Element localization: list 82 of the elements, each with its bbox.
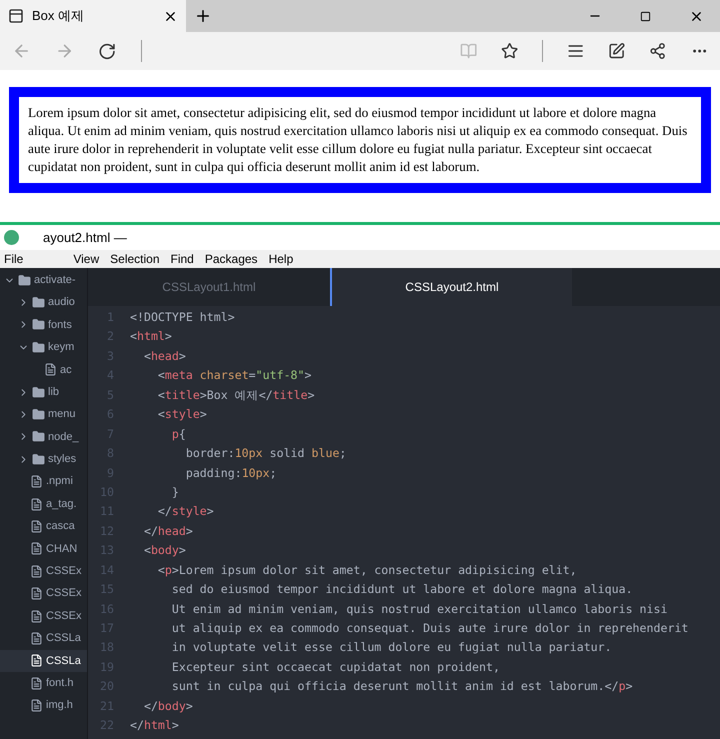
editor-tab[interactable]: CSSLayout2.html [330, 268, 572, 306]
browser-tab[interactable]: Box 예제 [0, 0, 186, 32]
code-line: padding:10px; [184, 464, 277, 482]
file-icon [30, 610, 43, 623]
code-line: border:10px solid blue; [184, 445, 346, 462]
tree-item[interactable]: fonts [0, 314, 87, 336]
code-line: sed do eiusmod tempor incididunt ut labore et dolore magna aliqua. [170, 581, 633, 598]
file-icon [30, 699, 43, 712]
file-icon [30, 654, 43, 668]
code-line: <meta charset="utf-8"> [156, 367, 312, 384]
pen-icon[interactable] [608, 42, 626, 60]
paragraph: Lorem ipsum dolor sit amet, consectetur adipisicing elit, sed do eiusmod tempor incididunt ut labore et dolore magna aliqua. Ut enim ad minim veniam, quis nostrud exercitation ullamco laboris nisi ut aliquip ex ea commodo consequat. Duis aute irure dolor in reprehenderit in voluptate velit esse cillum dolore eu fugiat nulla pariatur. Excepteur sint occaecat cupidatat non proident, sunt in culpa qui officia deserunt mollit anim id est laborum. [9, 87, 711, 193]
folder-icon [32, 430, 45, 444]
file-icon [30, 564, 43, 578]
folder-icon [32, 408, 45, 422]
tree-item[interactable]: audio [0, 291, 87, 314]
editor-tab[interactable]: CSSLayout1.html [88, 268, 330, 306]
tree-item[interactable]: menu [0, 403, 87, 426]
tree-item[interactable]: CSSEx [0, 582, 87, 605]
refresh-icon[interactable] [98, 42, 117, 60]
folder-icon [32, 296, 45, 310]
folder-icon [32, 340, 45, 354]
file-icon [30, 475, 43, 488]
file-icon [30, 587, 43, 600]
atom-logo-icon [4, 230, 19, 245]
top-bar-command[interactable]: Packages [204, 250, 258, 268]
tree-item[interactable]: CSSLa [0, 627, 87, 650]
tab-title: Box 예제 [32, 7, 86, 26]
code-line: </style> [156, 503, 214, 520]
tree-item[interactable]: CSSLa [0, 650, 87, 672]
tree-item[interactable]: casca [0, 515, 87, 538]
file-icon [30, 498, 43, 511]
code-line: </html> [130, 717, 179, 734]
file-icon [30, 676, 43, 690]
top-bar-command[interactable]: Find [170, 250, 194, 268]
folder-icon [32, 452, 45, 466]
tree-item[interactable]: a_tag. [0, 492, 87, 516]
tree-item[interactable]: img.h [0, 694, 87, 717]
code-line: in voluptate velit esse cillum dolore eu fugiat nulla pariatur. [170, 639, 612, 656]
code-line: <!DOCTYPE html> [130, 309, 235, 326]
tab-page-icon [8, 8, 24, 24]
top-bar-command[interactable]: View [73, 250, 100, 268]
code-line: ut aliquip ex ea commodo consequat. Duis aute irure dolor in reprehenderit [170, 620, 688, 638]
tree-item[interactable]: CSSEx [0, 560, 87, 582]
top-bar-command[interactable]: File [4, 250, 24, 268]
tree-item[interactable]: CSSEx [0, 604, 87, 628]
code-line: p{ [170, 426, 186, 443]
code-line: <body> [142, 542, 186, 560]
tree-item[interactable]: CHAN [0, 538, 87, 560]
code-line: </head> [142, 522, 193, 540]
window-title: ayout2.html — [43, 228, 127, 247]
tree-item[interactable]: activate- [0, 269, 87, 292]
new-tab-icon[interactable] [194, 7, 212, 25]
code-line: Ut enim ad minim veniam, quis nostrud exercitation ullamco laboris nisi [170, 600, 668, 618]
tree-item[interactable]: font.h [0, 672, 87, 694]
tree-item[interactable]: keym [0, 336, 87, 359]
top-bar-command[interactable]: Selection [110, 250, 160, 268]
code-line: <head> [142, 348, 186, 365]
folder-icon [32, 386, 45, 399]
file-icon [30, 520, 43, 533]
folder-icon [18, 274, 31, 287]
code-line: <p>Lorem ipsum dolor sit amet, consectetur adipisicing elit, [156, 562, 577, 579]
share-icon[interactable] [649, 42, 667, 60]
code-line: sunt in culpa qui officia deserunt mollit anim id est laborum.</p> [170, 678, 633, 696]
code-line: </body> [142, 698, 193, 715]
code-line: <html> [130, 328, 172, 346]
star-icon[interactable] [500, 42, 518, 60]
file-icon [30, 542, 43, 556]
code-line: Excepteur sint occaecat cupidatat non proident, [170, 658, 500, 676]
folder-icon [32, 318, 45, 332]
top-bar-command[interactable]: Help [268, 250, 294, 268]
maximize-icon[interactable] [640, 10, 651, 22]
tree-item[interactable]: .npmi [0, 470, 87, 493]
code-line: } [170, 484, 179, 501]
file-icon [44, 363, 57, 376]
code-line: <style> [156, 406, 207, 424]
tree-item[interactable]: lib [0, 380, 87, 404]
tree-item[interactable]: node_ [0, 426, 87, 448]
code-line: <title>Box 예제</title> [156, 386, 315, 404]
tree-item[interactable]: ac [0, 358, 87, 381]
file-icon [30, 632, 43, 645]
tree-item[interactable]: styles [0, 448, 87, 471]
